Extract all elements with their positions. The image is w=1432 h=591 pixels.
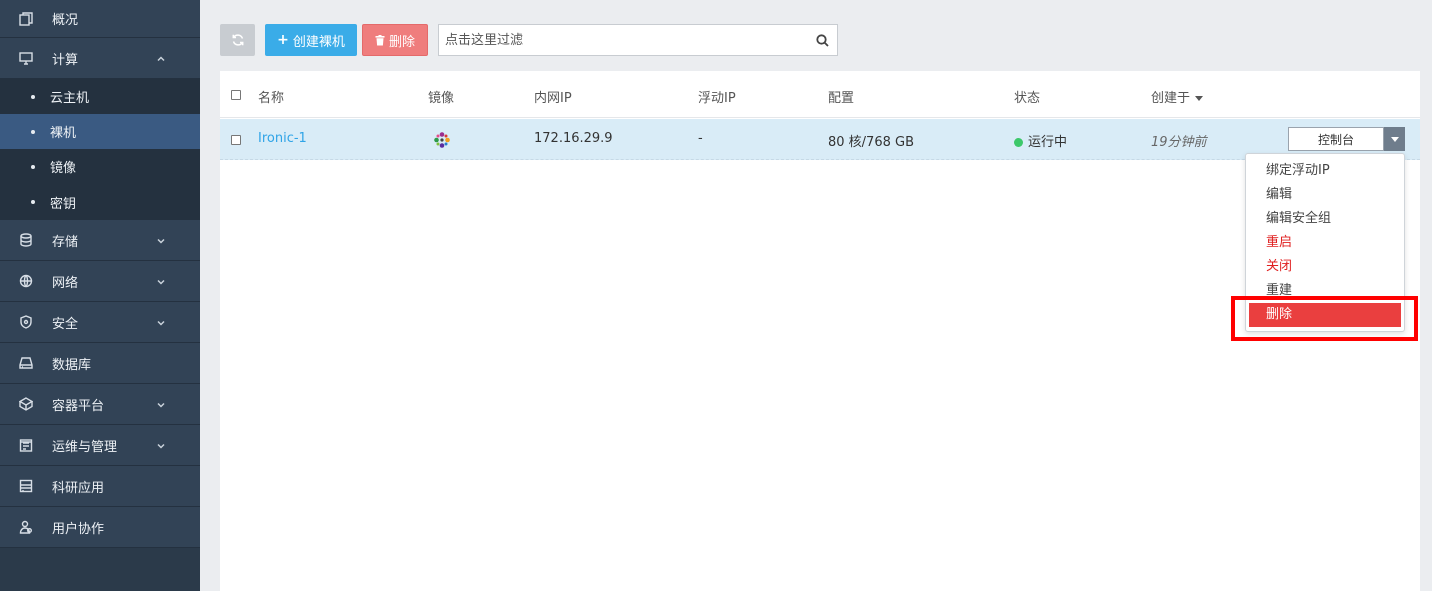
nav-sub-label: 镜像 (50, 161, 77, 176)
column-header-created[interactable]: 创建于 (1151, 87, 1204, 106)
nav-compute-label: 计算 (52, 52, 79, 68)
bare-metal-table: 名称 镜像 内网IP 浮动IP 配置 状态 创建于 Ironic-1 172.1… (220, 71, 1420, 591)
column-header-config: 配置 (828, 91, 855, 106)
nav-collab[interactable]: 用户协作 (0, 507, 200, 548)
column-header-created-label: 创建于 (1151, 91, 1191, 106)
column-header-image: 镜像 (428, 91, 455, 106)
created-time: 19分钟前 (1151, 135, 1207, 150)
select-all-checkbox[interactable] (231, 90, 241, 100)
menu-item-rebuild[interactable]: 重建 (1246, 279, 1404, 303)
nav-security-label: 安全 (52, 316, 79, 332)
nav-security[interactable]: 安全 (0, 302, 200, 343)
nav-sub-image[interactable]: 镜像 (0, 149, 200, 184)
nav-overview-label: 概况 (52, 13, 79, 28)
menu-item-reboot[interactable]: 重启 (1246, 231, 1404, 255)
nav-ops[interactable]: 运维与管理 (0, 425, 200, 466)
toolbar: + 创建裸机 删除 (220, 24, 838, 56)
column-header-internal-ip: 内网IP (534, 91, 572, 106)
menu-item-delete[interactable]: 删除 (1249, 303, 1401, 327)
menu-item-edit[interactable]: 编辑 (1246, 183, 1404, 207)
nav-sub-label: 密钥 (50, 196, 77, 212)
action-dropdown-toggle[interactable] (1384, 127, 1405, 151)
plus-icon: + (277, 32, 289, 48)
delete-button[interactable]: 删除 (362, 24, 428, 56)
nav-sub-keypair[interactable]: 密钥 (0, 184, 200, 220)
console-button[interactable]: 控制台 (1288, 127, 1384, 151)
nav-sub-bare-metal[interactable]: 裸机 (0, 114, 200, 149)
nav-storage-label: 存储 (52, 234, 79, 250)
chevron-up-icon (156, 53, 166, 63)
monitor-icon (18, 50, 34, 66)
nav-collab-label: 用户协作 (52, 521, 105, 537)
chevron-down-icon (156, 235, 166, 245)
create-bare-metal-button[interactable]: + 创建裸机 (265, 24, 357, 56)
status-text: 运行中 (1028, 135, 1068, 150)
search-icon[interactable] (816, 34, 829, 47)
caret-down-icon (1390, 136, 1399, 142)
nav-compute[interactable]: 计算 (0, 38, 200, 79)
table-header: 名称 镜像 内网IP 浮动IP 配置 状态 创建于 (220, 71, 1420, 118)
nav-sub-label: 裸机 (50, 126, 77, 141)
config-value: 80 核/768 GB (828, 135, 914, 150)
nav-container-label: 容器平台 (52, 398, 105, 414)
nav-network-label: 网络 (52, 275, 79, 291)
trash-icon (375, 34, 385, 45)
bullet-icon (31, 129, 35, 134)
sort-desc-icon (1195, 96, 1204, 101)
chevron-down-icon (156, 317, 166, 327)
sidebar: 概况 计算 云主机 裸机 镜像 密钥 存储 网络 安全 数据库 容器平台 运维与… (0, 0, 200, 591)
chevron-down-icon (156, 276, 166, 286)
table-row[interactable]: Ironic-1 172.16.29.9 - 80 核/768 GB 运行中 1… (220, 119, 1420, 160)
delete-button-label: 删除 (388, 34, 415, 50)
bullet-icon (31, 200, 35, 204)
nav-research[interactable]: 科研应用 (0, 466, 200, 507)
chevron-down-icon (156, 399, 166, 409)
floating-ip-value: - (698, 131, 703, 146)
instance-name-link[interactable]: Ironic-1 (258, 131, 307, 146)
row-action-group: 控制台 (1288, 127, 1405, 151)
users-icon (18, 519, 34, 535)
column-header-name[interactable]: 名称 (258, 87, 284, 106)
filter-box (438, 24, 838, 56)
menu-item-shutdown[interactable]: 关闭 (1246, 255, 1404, 279)
nav-storage[interactable]: 存储 (0, 220, 200, 261)
row-action-menu: 绑定浮动IP 编辑 编辑安全组 重启 关闭 重建 删除 (1245, 153, 1405, 332)
internal-ip-value: 172.16.29.9 (534, 131, 613, 146)
cube-icon (18, 396, 34, 412)
create-button-label: 创建裸机 (292, 34, 345, 50)
filter-input[interactable] (439, 26, 799, 54)
nav-sub-cloud-host[interactable]: 云主机 (0, 79, 200, 114)
nav-database-label: 数据库 (52, 357, 92, 373)
server-icon (18, 478, 34, 494)
nav-ops-label: 运维与管理 (52, 439, 118, 455)
overview-icon (18, 11, 34, 27)
menu-item-bind-floating-ip[interactable]: 绑定浮动IP (1246, 159, 1404, 183)
shield-icon (18, 314, 34, 330)
globe-icon (18, 273, 34, 289)
nav-overview[interactable]: 概况 (0, 0, 200, 38)
row-checkbox[interactable] (231, 135, 241, 145)
refresh-button[interactable] (220, 24, 255, 56)
drive-icon (18, 355, 34, 371)
clipboard-icon (18, 437, 34, 453)
database-icon (18, 232, 34, 248)
refresh-icon (232, 34, 243, 46)
chevron-down-icon (156, 440, 166, 450)
nav-network[interactable]: 网络 (0, 261, 200, 302)
nav-sub-label: 云主机 (50, 91, 90, 106)
column-header-status: 状态 (1014, 91, 1041, 106)
menu-item-edit-security-group[interactable]: 编辑安全组 (1246, 207, 1404, 231)
nav-database[interactable]: 数据库 (0, 343, 200, 384)
bullet-icon (31, 94, 35, 99)
os-logo-icon (433, 131, 451, 149)
nav-research-label: 科研应用 (52, 480, 105, 496)
status-badge: 运行中 (1014, 131, 1067, 150)
nav-container[interactable]: 容器平台 (0, 384, 200, 425)
status-running-icon (1014, 138, 1023, 147)
bullet-icon (31, 164, 35, 169)
column-header-floating-ip: 浮动IP (698, 91, 736, 106)
